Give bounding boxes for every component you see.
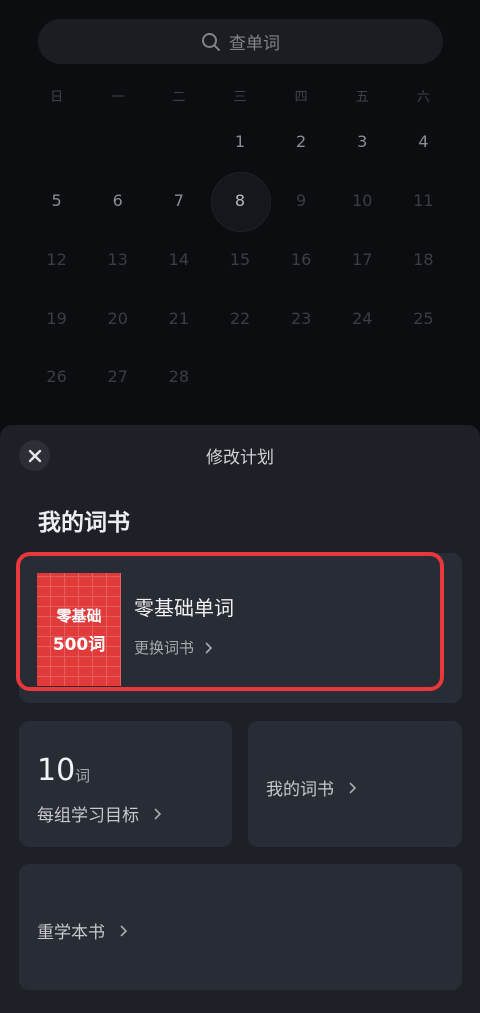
calendar-day[interactable]: 20 [87,299,148,339]
relearn-label: 重学本书 [37,923,105,943]
sheet-title: 修改计划 [206,448,274,468]
goal-label: 每组学习目标 [37,806,139,826]
calendar-week: 12 13 14 15 16 17 18 [26,240,454,280]
chevron-right-icon [349,781,356,794]
calendar-day[interactable]: 18 [393,240,454,280]
calendar-day[interactable]: 25 [393,299,454,339]
calendar-day[interactable]: 16 [271,240,332,280]
goal-number: 10 [37,753,76,788]
book-name: 零基础单词 [134,596,234,620]
weekday-label: 二 [172,90,186,105]
calendar-day[interactable]: 2 [271,122,332,162]
goal-label-row: 每组学习目标 [37,801,161,826]
cover-title: 零基础 [56,606,102,625]
book-cover: 零基础 500词 [37,573,121,686]
calendar-day[interactable]: 27 [87,357,148,397]
cover-subtitle: 500词 [52,634,106,655]
calendar-day [87,122,148,162]
calendar-day[interactable]: 12 [26,240,87,280]
calendar-day[interactable]: 26 [26,357,87,397]
calendar-day[interactable]: 17 [332,240,393,280]
calendar-week: 26 27 28 [26,357,454,397]
calendar-day [148,122,209,162]
calendar-day [393,357,454,397]
calendar-day[interactable]: 15 [209,240,270,280]
calendar-day [209,357,270,397]
calendar-week: 19 20 21 22 23 24 25 [26,299,454,339]
weekday-label: 一 [111,90,125,105]
weekday-label: 三 [233,90,247,105]
calendar-day[interactable]: 4 [393,122,454,162]
weekday-label: 四 [294,90,308,105]
calendar-day[interactable]: 21 [148,299,209,339]
calendar-day[interactable]: 22 [209,299,270,339]
change-book-label: 更换词书 [134,639,195,657]
calendar-day-today[interactable]: 8 [209,172,272,232]
calendar-day [332,357,393,397]
calendar-day[interactable]: 9 [271,181,332,221]
goal-unit: 词 [75,767,91,785]
calendar-day [271,357,332,397]
change-book-link[interactable]: 更换词书 [134,637,213,658]
calendar-day[interactable]: 10 [332,181,393,221]
calendar-day[interactable]: 23 [271,299,332,339]
calendar-day[interactable]: 24 [332,299,393,339]
calendar-day [26,122,87,162]
weekday-label: 五 [355,90,369,105]
calendar-day[interactable]: 3 [332,122,393,162]
calendar-day[interactable]: 28 [148,357,209,397]
search-bar[interactable]: 查单词 [38,19,443,64]
calendar-week: 5 6 7 8 9 10 11 [26,172,454,232]
my-books-card[interactable]: 我的词书 [248,721,462,847]
calendar-day[interactable]: 11 [393,181,454,221]
weekday-label: 六 [416,90,430,105]
calendar-day[interactable]: 7 [148,181,209,221]
calendar-day[interactable]: 1 [209,122,270,162]
calendar-day[interactable]: 14 [148,240,209,280]
relearn-row: 重学本书 [37,918,127,943]
chevron-right-icon [120,924,127,937]
search-icon [202,32,220,51]
section-title: 我的词书 [38,510,130,536]
group-goal-card[interactable]: 10 词 每组学习目标 [19,721,232,847]
calendar-day[interactable]: 5 [26,181,87,221]
calendar-day[interactable]: 6 [87,181,148,221]
calendar-day[interactable]: 19 [26,299,87,339]
search-placeholder: 查单词 [229,34,280,54]
chevron-right-icon [205,641,213,654]
my-books-label: 我的词书 [266,780,334,800]
weekday-label: 日 [50,90,64,105]
calendar-day[interactable]: 13 [87,240,148,280]
modify-plan-sheet: 修改计划 我的词书 零基础 500词 零基础单词 更换词书 10 词 每组学习目… [0,425,480,1013]
current-book-card[interactable]: 零基础 500词 零基础单词 更换词书 [16,552,444,691]
my-books-row: 我的词书 [266,775,356,800]
relearn-book-card[interactable]: 重学本书 [19,864,462,990]
chevron-right-icon [154,807,161,820]
weekday-header: 日 一 二 三 四 五 六 [26,86,454,106]
calendar-week: 1 2 3 4 [26,122,454,162]
